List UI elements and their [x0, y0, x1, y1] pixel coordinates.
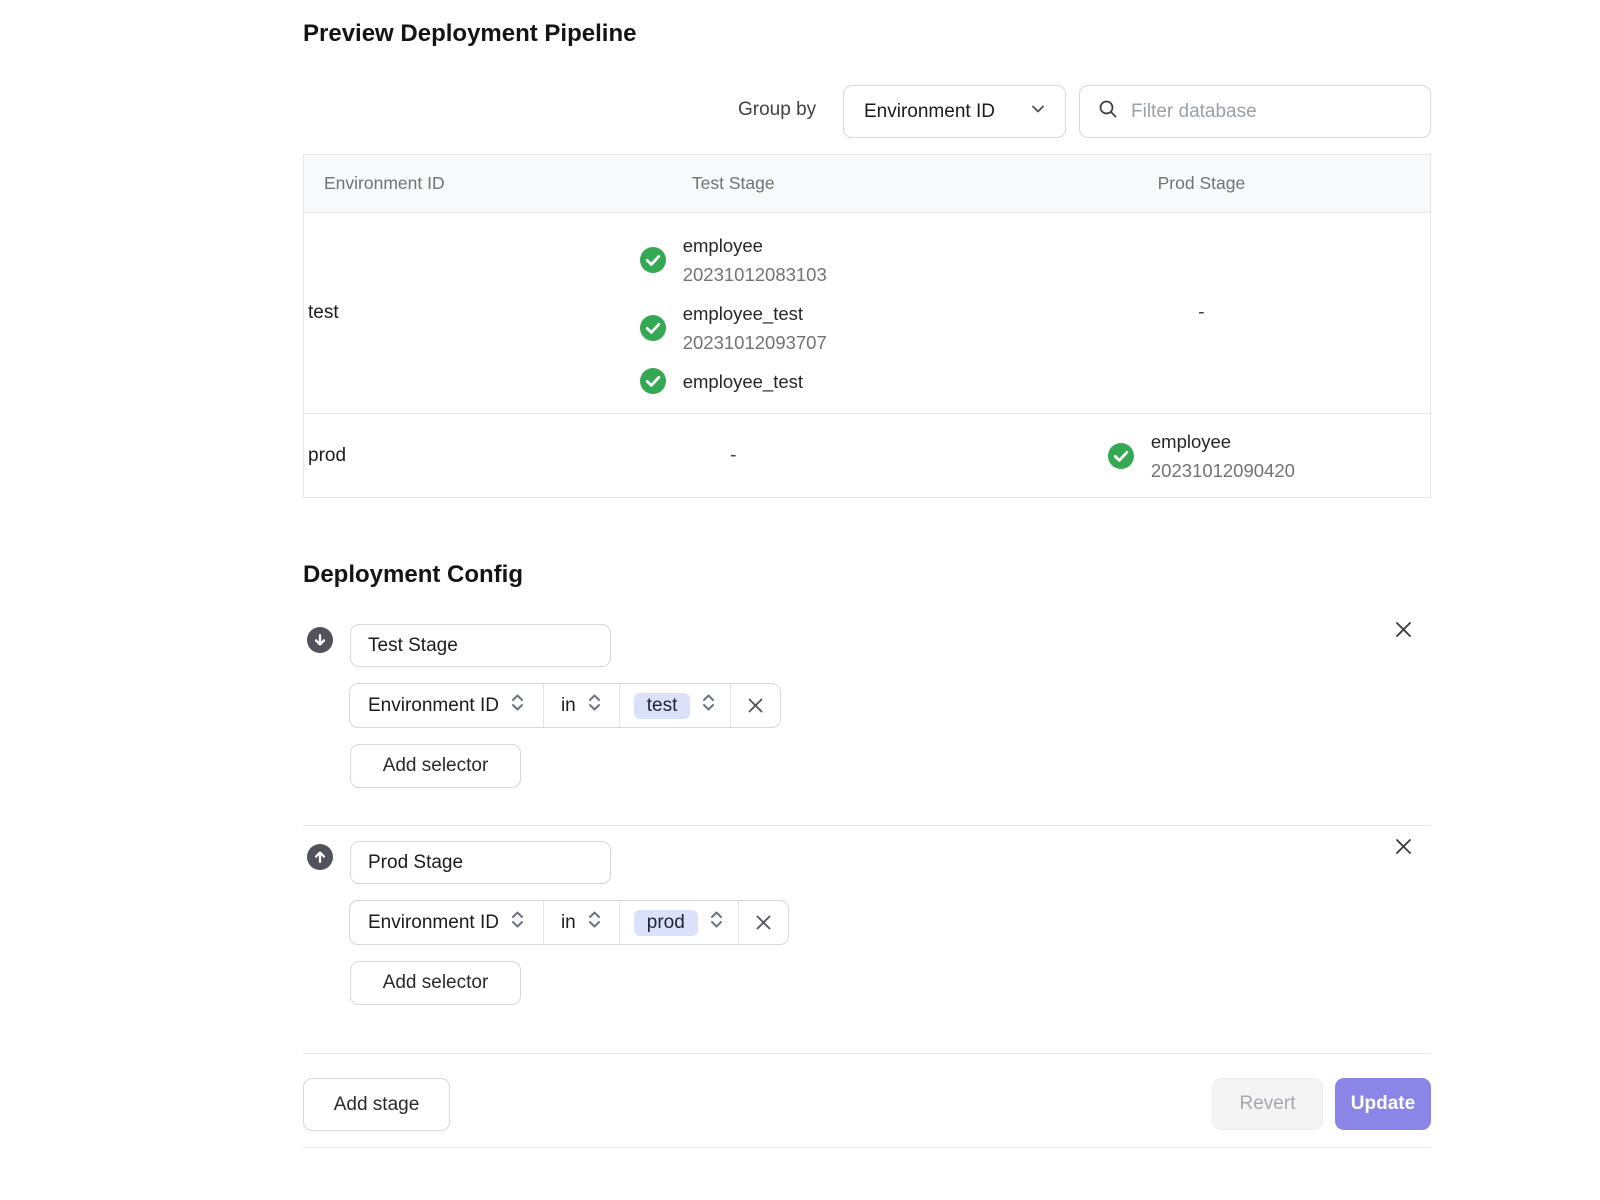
database-name: employee_test: [683, 299, 827, 328]
database-name: employee_test: [683, 367, 803, 396]
update-button[interactable]: Update: [1335, 1078, 1431, 1130]
stage-direction-down-icon: [307, 627, 333, 653]
selector-operator-select[interactable]: in: [544, 901, 620, 944]
pipeline-table: Environment ID Test Stage Prod Stage tes…: [303, 154, 1431, 498]
updown-chevrons-icon: [587, 909, 602, 936]
selector-value-pill: test: [634, 693, 691, 719]
footer-divider: [303, 1053, 1431, 1054]
filter-database-input[interactable]: [1131, 101, 1412, 123]
environment-id-cell: prod: [304, 445, 494, 467]
database-name: employee: [1151, 427, 1295, 456]
deployment-timestamp: 20231012083103: [683, 260, 827, 289]
selector-operator-select[interactable]: in: [544, 684, 620, 727]
remove-stage-button[interactable]: [1391, 617, 1415, 641]
remove-selector-button[interactable]: [731, 684, 780, 727]
selector-row: Environment ID in prod: [349, 900, 789, 945]
test-stage-cell: employee 20231012083103 employee_test 20…: [494, 231, 973, 396]
search-icon: [1098, 99, 1118, 124]
success-check-icon: [1108, 443, 1134, 469]
deployment-entry: employee_test: [640, 367, 803, 396]
updown-chevrons-icon: [510, 692, 525, 719]
add-selector-button[interactable]: Add selector: [350, 744, 521, 788]
selector-value-pill: prod: [634, 910, 698, 936]
chevron-down-icon: [1029, 100, 1047, 124]
stage-name-input-test[interactable]: [350, 624, 611, 667]
remove-selector-button[interactable]: [739, 901, 788, 944]
filter-database-box: [1079, 85, 1431, 138]
prod-stage-cell: employee 20231012090420: [973, 427, 1430, 485]
selector-operator-value: in: [561, 912, 576, 934]
column-header-prod-stage: Prod Stage: [973, 173, 1430, 194]
selector-key-select[interactable]: Environment ID: [350, 684, 544, 727]
stage-divider: [303, 825, 1431, 826]
selector-key-value: Environment ID: [368, 695, 499, 717]
updown-chevrons-icon: [709, 909, 724, 936]
deployment-entry: employee 20231012090420: [1108, 427, 1295, 485]
stage-name-input-prod[interactable]: [350, 841, 611, 884]
updown-chevrons-icon: [587, 692, 602, 719]
database-name: employee: [683, 231, 827, 260]
remove-stage-button[interactable]: [1391, 834, 1415, 858]
table-row-prod: prod - employee 20231012090420: [304, 414, 1430, 497]
prod-stage-empty-cell: -: [973, 302, 1430, 324]
updown-chevrons-icon: [510, 909, 525, 936]
selector-value-select[interactable]: prod: [620, 901, 739, 944]
deployment-config-title: Deployment Config: [303, 561, 523, 589]
add-selector-button[interactable]: Add selector: [350, 961, 521, 1005]
success-check-icon: [640, 368, 666, 394]
success-check-icon: [640, 247, 666, 273]
group-by-selected-value: Environment ID: [864, 101, 995, 123]
deployment-entry: employee_test 20231012093707: [640, 299, 827, 357]
stage-direction-up-icon: [307, 844, 333, 870]
success-check-icon: [640, 315, 666, 341]
group-by-select[interactable]: Environment ID: [843, 85, 1066, 138]
deployment-timestamp: 20231012090420: [1151, 456, 1295, 485]
environment-id-cell: test: [304, 302, 494, 324]
selector-row: Environment ID in test: [349, 683, 781, 728]
selector-operator-value: in: [561, 695, 576, 717]
revert-button[interactable]: Revert: [1212, 1078, 1323, 1130]
updown-chevrons-icon: [701, 692, 716, 719]
pipeline-table-header: Environment ID Test Stage Prod Stage: [304, 155, 1430, 213]
selector-key-value: Environment ID: [368, 912, 499, 934]
deployment-entry: employee 20231012083103: [640, 231, 827, 289]
group-by-label: Group by: [738, 99, 816, 121]
test-stage-empty-cell: -: [494, 445, 973, 467]
column-header-environment-id: Environment ID: [304, 173, 494, 194]
table-row-test: test employee 20231012083103: [304, 213, 1430, 414]
bottom-divider: [303, 1147, 1431, 1148]
selector-value-select[interactable]: test: [620, 684, 732, 727]
add-stage-button[interactable]: Add stage: [303, 1078, 450, 1131]
deployment-timestamp: 20231012093707: [683, 328, 827, 357]
column-header-test-stage: Test Stage: [494, 173, 973, 194]
page-title: Preview Deployment Pipeline: [303, 20, 636, 48]
selector-key-select[interactable]: Environment ID: [350, 901, 544, 944]
